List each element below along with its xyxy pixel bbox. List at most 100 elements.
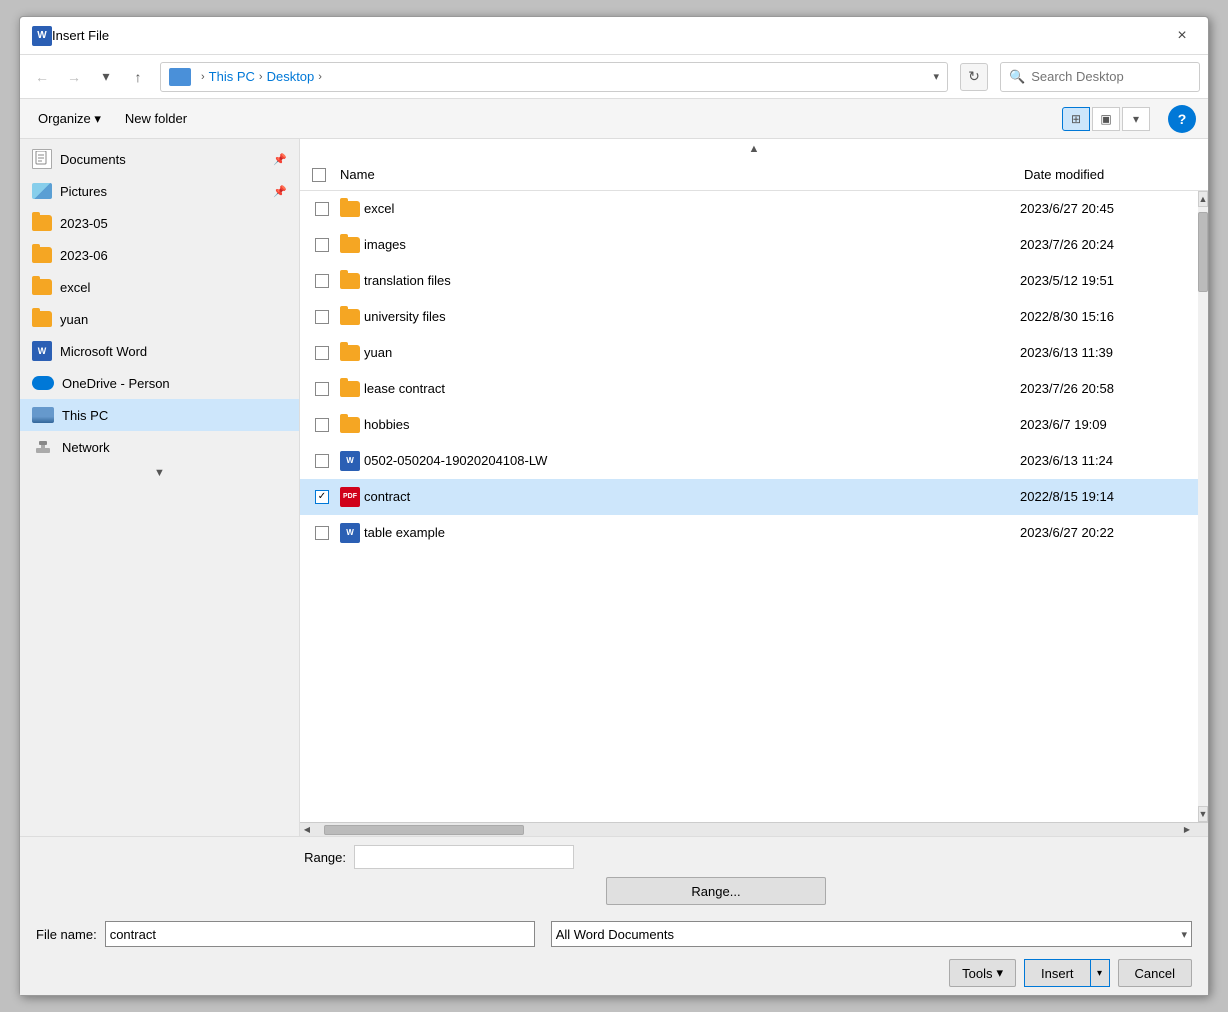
row-check-table-example[interactable] [308,526,336,540]
table-row[interactable]: images 2023/7/26 20:24 [300,227,1198,263]
toolbar: Organize ▾ New folder ⊞ ▣ ▾ ? [20,99,1208,139]
table-row[interactable]: lease contract 2023/7/26 20:58 [300,371,1198,407]
grid-view-button[interactable]: ⊞ [1062,107,1090,131]
row-check-university[interactable] [308,310,336,324]
table-row[interactable]: ✓ PDF contract 2022/8/15 19:14 [300,479,1198,515]
file-date-lease: 2023/7/26 20:58 [1020,381,1190,396]
back-button[interactable]: ← [28,63,56,91]
tools-arrow-icon: ▾ [996,965,1003,981]
checkbox-yuan [315,346,329,360]
range-row: Range: [296,845,1192,869]
file-name-excel: excel [364,201,1020,216]
breadcrumb-this-pc[interactable]: This PC [209,69,255,84]
sidebar-label-2023-05: 2023-05 [60,216,108,231]
sidebar-item-this-pc[interactable]: This PC [20,399,299,431]
folder-icon-2023-05 [32,215,52,231]
row-check-lease[interactable] [308,382,336,396]
up-button[interactable]: ↑ [124,63,152,91]
row-check-excel[interactable] [308,202,336,216]
row-check-images[interactable] [308,238,336,252]
row-check-yuan[interactable] [308,346,336,360]
range-input[interactable] [354,845,574,869]
insert-file-dialog: W Insert File × ← → ▾ ↑ › This PC › Desk… [19,16,1209,996]
sidebar-label-excel: excel [60,280,90,295]
table-row[interactable]: university files 2022/8/30 15:16 [300,299,1198,335]
row-check-hobbies[interactable] [308,418,336,432]
sidebar-item-excel[interactable]: excel [20,271,299,303]
tools-button[interactable]: Tools ▾ [949,959,1016,987]
pdf-icon-row-contract: PDF [336,487,364,507]
file-name-university: university files [364,309,1020,324]
sidebar-label-2023-06: 2023-06 [60,248,108,263]
select-all-checkbox[interactable] [308,159,336,190]
table-row[interactable]: W 0502-050204-19020204108-LW 2023/6/13 1… [300,443,1198,479]
pictures-icon [32,183,52,199]
insert-button[interactable]: Insert [1024,959,1090,987]
forward-button[interactable]: → [60,63,88,91]
col-header-date[interactable]: Date modified [1020,159,1190,190]
recent-locations-button[interactable]: ▾ [92,63,120,91]
sidebar-item-yuan[interactable]: yuan [20,303,299,335]
sidebar-item-onedrive[interactable]: OneDrive - Person [20,367,299,399]
col-header-name[interactable]: Name [336,159,1020,190]
sidebar-item-pictures[interactable]: Pictures 📌 [20,175,299,207]
table-row[interactable]: excel 2023/6/27 20:45 [300,191,1198,227]
checkbox-table-example [315,526,329,540]
checkbox-hobbies [315,418,329,432]
organize-button[interactable]: Organize ▾ [32,107,107,131]
file-type-dropdown[interactable]: All Word Documents ▾ [551,921,1192,947]
insert-dropdown-button[interactable]: ▾ [1090,959,1110,987]
h-scroll-thumb[interactable] [324,825,524,835]
refresh-button[interactable]: ↻ [960,63,988,91]
file-list-area: ▲ Name Date modified [300,139,1208,836]
search-input[interactable] [1031,69,1191,84]
scroll-up-arrow-btn[interactable]: ▲ [1198,191,1208,207]
range-button[interactable]: Range... [606,877,826,905]
sidebar-item-network[interactable]: Network [20,431,299,463]
file-name-lease: lease contract [364,381,1020,396]
insert-button-group: Insert ▾ [1024,959,1110,987]
table-row[interactable]: hobbies 2023/6/7 19:09 [300,407,1198,443]
new-folder-button[interactable]: New folder [119,107,193,130]
h-scroll-right[interactable]: ▶ [1180,823,1194,837]
cancel-button[interactable]: Cancel [1118,959,1192,987]
h-scroll-track[interactable] [314,823,1180,837]
file-name-contract: contract [364,489,1020,504]
file-date-0502: 2023/6/13 11:24 [1020,453,1190,468]
scroll-thumb[interactable] [1198,212,1208,292]
sidebar-label-network: Network [62,440,110,455]
sidebar-item-documents[interactable]: Documents 📌 [20,143,299,175]
file-scroll-area: excel 2023/6/27 20:45 images 2023/7/26 2… [300,191,1208,822]
file-type-value: All Word Documents [556,927,1182,942]
checkbox-images [315,238,329,252]
col-date-label: Date modified [1024,167,1104,182]
table-row[interactable]: yuan 2023/6/13 11:39 [300,335,1198,371]
search-icon: 🔍 [1009,69,1025,85]
file-name-images: images [364,237,1020,252]
breadcrumb-dropdown-arrow[interactable]: ▾ [933,70,939,83]
sidebar-item-microsoft-word[interactable]: W Microsoft Word [20,335,299,367]
row-check-translation[interactable] [308,274,336,288]
row-check-contract[interactable]: ✓ [308,490,336,504]
table-row[interactable]: translation files 2023/5/12 19:51 [300,263,1198,299]
h-scroll-left[interactable]: ◀ [300,823,314,837]
file-date-images: 2023/7/26 20:24 [1020,237,1190,252]
dialog-title: Insert File [52,28,1168,43]
help-button[interactable]: ? [1168,105,1196,133]
panel-view-button[interactable]: ▣ [1092,107,1120,131]
bottom-section: Range: Range... File name: All Word Docu… [20,836,1208,995]
sidebar-scroll-down[interactable]: ▼ [20,463,299,483]
scroll-up-button[interactable]: ▲ [300,139,1208,159]
sidebar-item-2023-05[interactable]: 2023-05 [20,207,299,239]
row-check-0502[interactable] [308,454,336,468]
scroll-track[interactable] [1198,207,1208,806]
word-app-icon: W [32,26,52,46]
checkbox-lease [315,382,329,396]
file-name-input[interactable] [105,921,535,947]
close-button[interactable]: × [1168,22,1196,50]
scroll-down-arrow-btn[interactable]: ▼ [1198,806,1208,822]
view-dropdown-button[interactable]: ▾ [1122,107,1150,131]
table-row[interactable]: W table example 2023/6/27 20:22 [300,515,1198,551]
breadcrumb-desktop[interactable]: Desktop [267,69,315,84]
sidebar-item-2023-06[interactable]: 2023-06 [20,239,299,271]
